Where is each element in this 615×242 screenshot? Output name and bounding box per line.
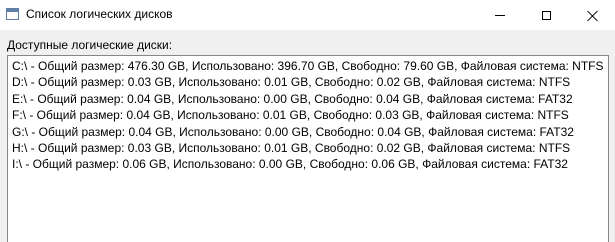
title-bar[interactable]: Список логических дисков [0, 0, 615, 30]
close-icon [587, 10, 598, 21]
close-button[interactable] [569, 0, 615, 30]
list-item[interactable]: F:\ - Общий размер: 0.04 GB, Использован… [12, 107, 608, 123]
drives-label: Доступные логические диски: [7, 38, 173, 52]
minimize-icon [495, 14, 505, 16]
list-item[interactable]: H:\ - Общий размер: 0.03 GB, Использован… [12, 140, 608, 156]
list-item[interactable]: C:\ - Общий размер: 476.30 GB, Использов… [12, 58, 608, 74]
window-icon [6, 8, 19, 20]
window-title: Список логических дисков [26, 7, 173, 21]
app-window: Список логических дисков Доступные логич… [0, 0, 615, 242]
list-item[interactable]: E:\ - Общий размер: 0.04 GB, Использован… [12, 91, 608, 107]
minimize-button[interactable] [477, 0, 523, 30]
drives-listbox[interactable]: C:\ - Общий размер: 476.30 GB, Использов… [7, 55, 609, 242]
maximize-button[interactable] [523, 0, 569, 30]
list-item[interactable]: I:\ - Общий размер: 0.06 GB, Использован… [12, 156, 608, 172]
maximize-icon [541, 10, 551, 20]
list-item[interactable]: D:\ - Общий размер: 0.03 GB, Использован… [12, 74, 608, 90]
list-item[interactable]: G:\ - Общий размер: 0.04 GB, Использован… [12, 124, 608, 140]
